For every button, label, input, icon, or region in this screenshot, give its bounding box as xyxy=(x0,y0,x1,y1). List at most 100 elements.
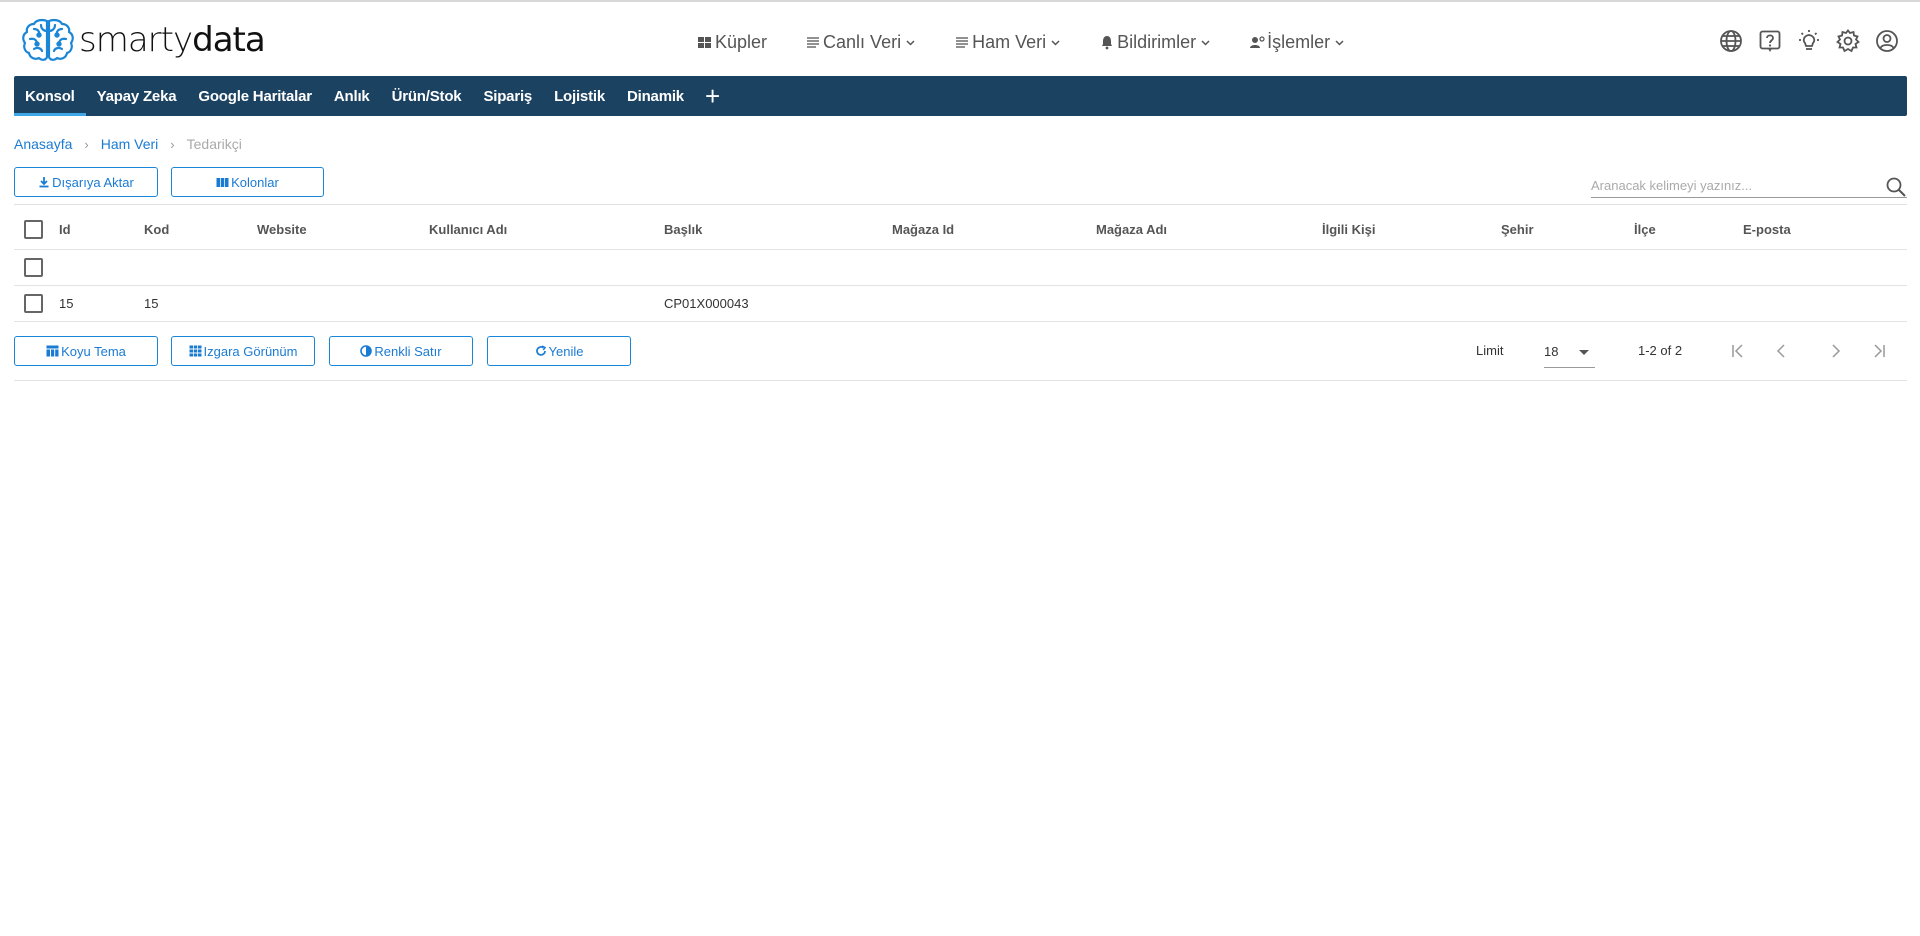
module-tabbar: Konsol Yapay Zeka Google Haritalar Anlık… xyxy=(14,76,1907,116)
search-input[interactable] xyxy=(1591,174,1881,196)
refresh-icon xyxy=(535,345,547,357)
tab-dinamik[interactable]: Dinamik xyxy=(616,76,695,116)
header-actions xyxy=(1705,28,1900,54)
user-gear-icon xyxy=(1250,36,1265,48)
contrast-icon xyxy=(360,345,373,357)
cell-id: 15 xyxy=(59,296,74,311)
account-icon[interactable] xyxy=(1874,28,1900,54)
table-row[interactable]: 15 15 CP01X000043 xyxy=(14,286,1907,322)
tab-siparis[interactable]: Sipariş xyxy=(472,76,543,116)
previous-page-icon[interactable] xyxy=(1769,339,1793,363)
column-header-ilce[interactable]: İlçe xyxy=(1634,210,1656,249)
header: smartydata Küpler Canlı Veri Ham Veri Bi… xyxy=(0,2,1920,76)
brand-smarty: smarty xyxy=(79,20,193,60)
limit-select[interactable]: 18 xyxy=(1544,336,1595,368)
nav-canli-veri[interactable]: Canlı Veri xyxy=(805,32,916,53)
nav-kupler-label: Küpler xyxy=(715,31,768,52)
chevron-right-icon: › xyxy=(84,136,89,152)
colored-row-button[interactable]: Renkli Satır xyxy=(329,336,473,366)
cubes-icon xyxy=(698,37,711,48)
table-header: Id Kod Website Kullanıcı Adı Başlık Mağa… xyxy=(14,210,1907,250)
table-layout-icon xyxy=(46,345,59,357)
top-navigation: Küpler Canlı Veri Ham Veri Bildirimler İ… xyxy=(697,26,1383,58)
last-page-icon[interactable] xyxy=(1866,339,1890,363)
chevron-down-icon xyxy=(1201,39,1210,46)
add-tab-button[interactable]: + xyxy=(695,76,730,116)
nav-ham-veri-label: Ham Veri xyxy=(972,31,1047,52)
nav-islemler-label: İşlemler xyxy=(1267,31,1331,52)
row-checkbox[interactable] xyxy=(24,258,43,277)
brand-data: data xyxy=(192,20,266,60)
refresh-button[interactable]: Yenile xyxy=(487,336,631,366)
row-checkbox[interactable] xyxy=(24,294,43,313)
list-icon xyxy=(956,37,969,48)
refresh-label: Yenile xyxy=(548,343,584,359)
nav-ham-veri[interactable]: Ham Veri xyxy=(954,32,1061,53)
brand-name: smartydata xyxy=(79,20,266,60)
columns-button[interactable]: Kolonlar xyxy=(171,167,324,197)
bell-icon xyxy=(1102,36,1113,50)
dark-theme-label: Koyu Tema xyxy=(61,343,126,359)
column-header-baslik[interactable]: Başlık xyxy=(664,210,702,249)
limit-label: Limit xyxy=(1476,343,1504,358)
tab-lojistik[interactable]: Lojistik xyxy=(543,76,616,116)
dark-theme-button[interactable]: Koyu Tema xyxy=(14,336,158,366)
search-box xyxy=(1591,174,1907,198)
column-header-eposta[interactable]: E-posta xyxy=(1743,210,1791,249)
table-row[interactable] xyxy=(14,250,1907,286)
export-button[interactable]: Dışarıya Aktar xyxy=(14,167,158,197)
chevron-down-icon xyxy=(1335,39,1344,46)
columns-button-label: Kolonlar xyxy=(231,174,279,190)
limit-value: 18 xyxy=(1544,344,1559,359)
search-icon[interactable] xyxy=(1885,176,1907,198)
colored-row-label: Renkli Satır xyxy=(374,343,442,359)
globe-icon[interactable] xyxy=(1718,28,1744,54)
breadcrumb-current: Tedarikçi xyxy=(186,136,242,152)
column-header-website[interactable]: Website xyxy=(257,210,307,249)
column-header-kod[interactable]: Kod xyxy=(144,210,169,249)
chevron-down-icon xyxy=(1051,39,1060,46)
grid-view-label: Izgara Görünüm xyxy=(203,343,298,359)
cell-baslik: CP01X000043 xyxy=(664,296,749,311)
grid-view-button[interactable]: Izgara Görünüm xyxy=(171,336,315,366)
list-icon xyxy=(807,37,820,48)
breadcrumb-home[interactable]: Anasayfa xyxy=(14,136,72,152)
tab-konsol[interactable]: Konsol xyxy=(14,76,86,116)
tab-anlik[interactable]: Anlık xyxy=(323,76,381,116)
nav-kupler[interactable]: Küpler xyxy=(697,32,767,53)
theme-bulb-icon[interactable] xyxy=(1796,28,1822,54)
cell-kod: 15 xyxy=(144,296,159,311)
nav-islemler[interactable]: İşlemler xyxy=(1249,32,1345,53)
table-top-divider xyxy=(14,204,1907,205)
column-header-magaza-id[interactable]: Mağaza Id xyxy=(892,210,954,249)
nav-canli-veri-label: Canlı Veri xyxy=(823,31,902,52)
select-all-checkbox[interactable] xyxy=(24,220,43,239)
nav-bildirimler-label: Bildirimler xyxy=(1117,31,1197,52)
chevron-right-icon: › xyxy=(170,136,175,152)
tab-google-haritalar[interactable]: Google Haritalar xyxy=(187,76,323,116)
settings-icon[interactable] xyxy=(1835,28,1861,54)
column-header-id[interactable]: Id xyxy=(59,210,71,249)
export-button-label: Dışarıya Aktar xyxy=(52,174,134,190)
nav-bildirimler[interactable]: Bildirimler xyxy=(1099,32,1211,53)
brain-logo-icon xyxy=(22,18,74,61)
breadcrumb-section[interactable]: Ham Veri xyxy=(101,136,159,152)
dropdown-arrow-icon xyxy=(1579,350,1589,355)
chevron-down-icon xyxy=(906,39,915,46)
first-page-icon[interactable] xyxy=(1727,339,1751,363)
logo[interactable]: smartydata xyxy=(20,17,266,63)
help-icon[interactable] xyxy=(1757,28,1783,54)
column-header-kullanici-adi[interactable]: Kullanıcı Adı xyxy=(429,210,507,249)
next-page-icon[interactable] xyxy=(1824,339,1848,363)
breadcrumb: Anasayfa › Ham Veri › Tedarikçi xyxy=(14,136,242,152)
grid-icon xyxy=(189,345,202,357)
columns-icon xyxy=(216,177,229,188)
footer-divider xyxy=(14,380,1907,381)
tab-urun-stok[interactable]: Ürün/Stok xyxy=(381,76,473,116)
column-header-ilgili-kisi[interactable]: İlgili Kişi xyxy=(1322,210,1375,249)
download-icon xyxy=(38,176,50,188)
column-header-sehir[interactable]: Şehir xyxy=(1501,210,1534,249)
column-header-magaza-adi[interactable]: Mağaza Adı xyxy=(1096,210,1167,249)
page-range: 1-2 of 2 xyxy=(1638,343,1683,358)
tab-yapay-zeka[interactable]: Yapay Zeka xyxy=(86,76,188,116)
